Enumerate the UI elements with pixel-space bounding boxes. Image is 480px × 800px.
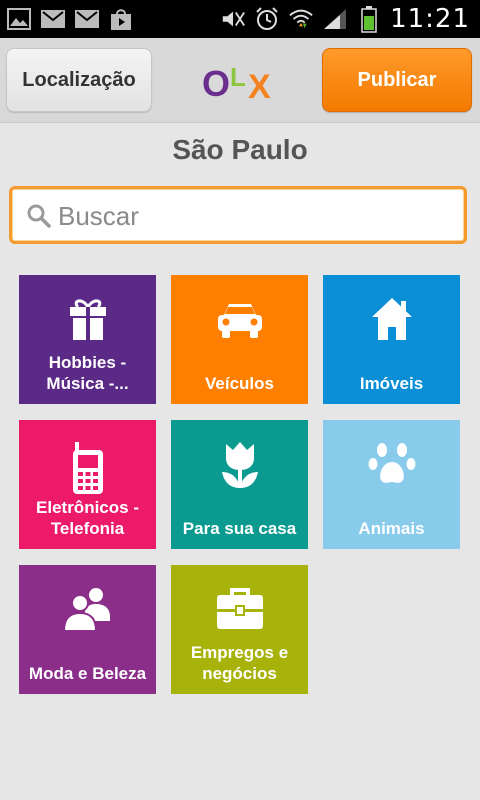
category-tile-imoveis[interactable]: Imóveis	[323, 275, 460, 404]
category-tile-moda-beleza[interactable]: Moda e Beleza	[19, 565, 156, 694]
store-icon	[108, 6, 134, 32]
location-button[interactable]: Localização	[6, 48, 152, 112]
city-title: São Paulo	[172, 134, 308, 165]
search-icon	[26, 203, 52, 229]
search-box[interactable]	[9, 186, 467, 244]
phone-icon	[19, 440, 156, 494]
wifi-icon	[288, 6, 314, 32]
category-tile-veiculos[interactable]: Veículos	[171, 275, 308, 404]
house-icon	[323, 295, 460, 345]
image-icon	[6, 6, 32, 32]
alarm-icon	[254, 6, 280, 32]
mute-icon	[220, 6, 246, 32]
status-bar: 11:21	[0, 0, 480, 38]
category-tile-para-sua-casa[interactable]: Para sua casa	[171, 420, 308, 549]
car-icon	[171, 295, 308, 345]
mail-icon	[74, 6, 100, 32]
publish-button[interactable]: Publicar	[322, 48, 472, 112]
category-label: Empregos e negócios	[190, 643, 289, 683]
svg-text:L: L	[230, 62, 246, 92]
category-label: Hobbies - Música -...	[46, 353, 129, 393]
svg-text:O: O	[202, 63, 230, 104]
gift-icon	[19, 295, 156, 345]
svg-text:X: X	[248, 68, 271, 104]
category-tile-eletronicos[interactable]: Eletrônicos - Telefonia	[19, 420, 156, 549]
tulip-icon	[171, 440, 308, 490]
mail-icon	[40, 6, 66, 32]
category-tile-empregos[interactable]: Empregos e negócios	[171, 565, 308, 694]
category-label: Para sua casa	[182, 519, 297, 538]
system-icons: 11:21	[220, 4, 470, 34]
category-label: Imóveis	[359, 374, 424, 393]
paw-icon	[323, 440, 460, 490]
people-icon	[19, 585, 156, 635]
action-bar: Localização O L X Publicar	[0, 38, 480, 123]
battery-icon	[356, 6, 382, 33]
briefcase-icon	[171, 585, 308, 635]
notification-icons	[6, 6, 134, 32]
category-tile-animais[interactable]: Animais	[323, 420, 460, 549]
category-tile-hobbies[interactable]: Hobbies - Música -...	[19, 275, 156, 404]
signal-icon	[322, 6, 348, 32]
search-input[interactable]	[56, 197, 460, 235]
clock: 11:21	[390, 4, 470, 34]
category-label: Veículos	[205, 374, 274, 393]
category-label: Animais	[358, 519, 425, 538]
category-label: Moda e Beleza	[28, 664, 147, 683]
olx-logo: O L X	[200, 56, 280, 106]
category-label: Eletrônicos - Telefonia	[36, 498, 139, 538]
